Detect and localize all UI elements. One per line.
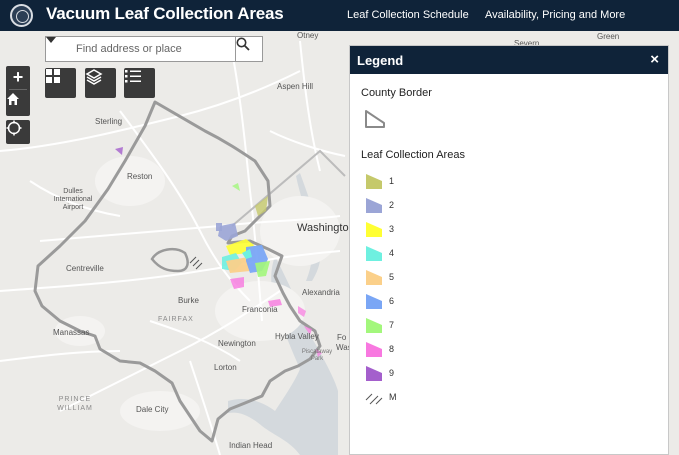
zoom-in-button[interactable]: +	[6, 66, 30, 89]
legend-section-county-border: County Border	[361, 87, 432, 99]
legend-swatch	[366, 342, 382, 357]
search-button[interactable]	[235, 37, 262, 61]
place-label: Alexandria	[302, 288, 340, 297]
legend-item: 3	[364, 220, 394, 238]
place-label: Centreville	[66, 264, 104, 273]
legend-swatch	[366, 222, 382, 237]
legend-item: 7	[364, 316, 394, 334]
county-seal-logo	[10, 4, 33, 27]
legend-item: M	[364, 388, 397, 406]
legend-item: 1	[364, 172, 394, 190]
legend-header: Legend ×	[350, 46, 668, 74]
place-label: Franconia	[242, 305, 278, 314]
caret-down-icon	[46, 37, 56, 43]
place-label: Hybla Valley	[275, 332, 319, 341]
place-label: PRINCE WILLIAM	[57, 396, 93, 412]
legend-swatch	[366, 294, 382, 309]
nav-link-availability-pricing[interactable]: Availability, Pricing and More	[485, 9, 625, 21]
legend-item: 9	[364, 364, 394, 382]
legend-button[interactable]	[124, 68, 155, 98]
legend-item: 2	[364, 196, 394, 214]
legend-swatch	[366, 174, 382, 189]
city-of-fairfax-border	[150, 247, 189, 273]
legend-item-label: 1	[389, 176, 395, 186]
legend-item-label: 9	[389, 368, 395, 378]
legend-swatch	[366, 198, 382, 213]
place-label: Sterling	[95, 117, 123, 126]
search-icon	[236, 37, 250, 51]
place-label: Otney	[297, 31, 319, 40]
legend-item-label: M	[389, 392, 397, 402]
basemap-gallery-button[interactable]	[45, 68, 76, 98]
place-label: Reston	[127, 172, 153, 181]
place-label: Lorton	[214, 363, 237, 372]
place-label: Burke	[178, 296, 199, 305]
app-header: Vacuum Leaf Collection Areas Leaf Collec…	[0, 0, 679, 31]
locate-button[interactable]	[6, 120, 30, 144]
hatch-area-m	[189, 256, 203, 270]
place-label: Fo	[337, 333, 347, 342]
legend-item-label: 5	[389, 272, 395, 282]
search-widget	[45, 36, 263, 62]
home-button[interactable]	[6, 92, 30, 116]
place-label: Dale City	[136, 405, 169, 414]
place-label: Indian Head	[229, 441, 273, 450]
legend-swatch	[366, 270, 382, 285]
place-label: Newington	[218, 339, 256, 348]
layer-list-button[interactable]	[85, 68, 116, 98]
place-label: FAIRFAX	[158, 316, 194, 323]
place-label: Piscataway Park	[301, 349, 333, 362]
legend-item-label: 8	[389, 344, 395, 354]
place-label: Washington	[297, 222, 355, 234]
legend-title: Legend	[357, 52, 404, 68]
legend-swatch	[365, 393, 383, 405]
legend-item-label: 4	[389, 248, 395, 258]
list-icon	[125, 70, 141, 83]
legend-section-leaf-areas: Leaf Collection Areas	[361, 149, 465, 161]
legend-swatch	[366, 366, 382, 381]
legend-item: 8	[364, 340, 394, 358]
place-label: Green	[597, 32, 620, 41]
search-source-dropdown[interactable]	[46, 37, 76, 61]
legend-swatch	[366, 246, 382, 261]
grid-icon	[46, 69, 60, 83]
legend-item: 5	[364, 268, 394, 286]
legend-item-label: 2	[389, 200, 395, 210]
place-label: Manassas	[53, 328, 90, 337]
legend-item-label: 7	[389, 320, 395, 330]
layers-icon	[85, 69, 103, 85]
legend-item-label: 6	[389, 296, 395, 306]
home-icon	[7, 93, 19, 105]
place-label: Aspen Hill	[277, 82, 314, 91]
legend-swatch	[366, 318, 382, 333]
close-icon[interactable]: ×	[650, 51, 659, 68]
locate-icon	[6, 120, 22, 136]
legend-item: 6	[364, 292, 394, 310]
search-input[interactable]	[76, 38, 236, 60]
legend-item-label: 3	[389, 224, 395, 234]
legend-item: 4	[364, 244, 394, 262]
app-title: Vacuum Leaf Collection Areas	[46, 4, 284, 23]
county-border-swatch	[365, 110, 385, 128]
legend-panel: Legend × County Border Leaf Collection A…	[349, 45, 669, 455]
place-label: Dulles International Airport	[53, 188, 93, 211]
nav-link-leaf-collection-schedule[interactable]: Leaf Collection Schedule	[347, 9, 469, 21]
